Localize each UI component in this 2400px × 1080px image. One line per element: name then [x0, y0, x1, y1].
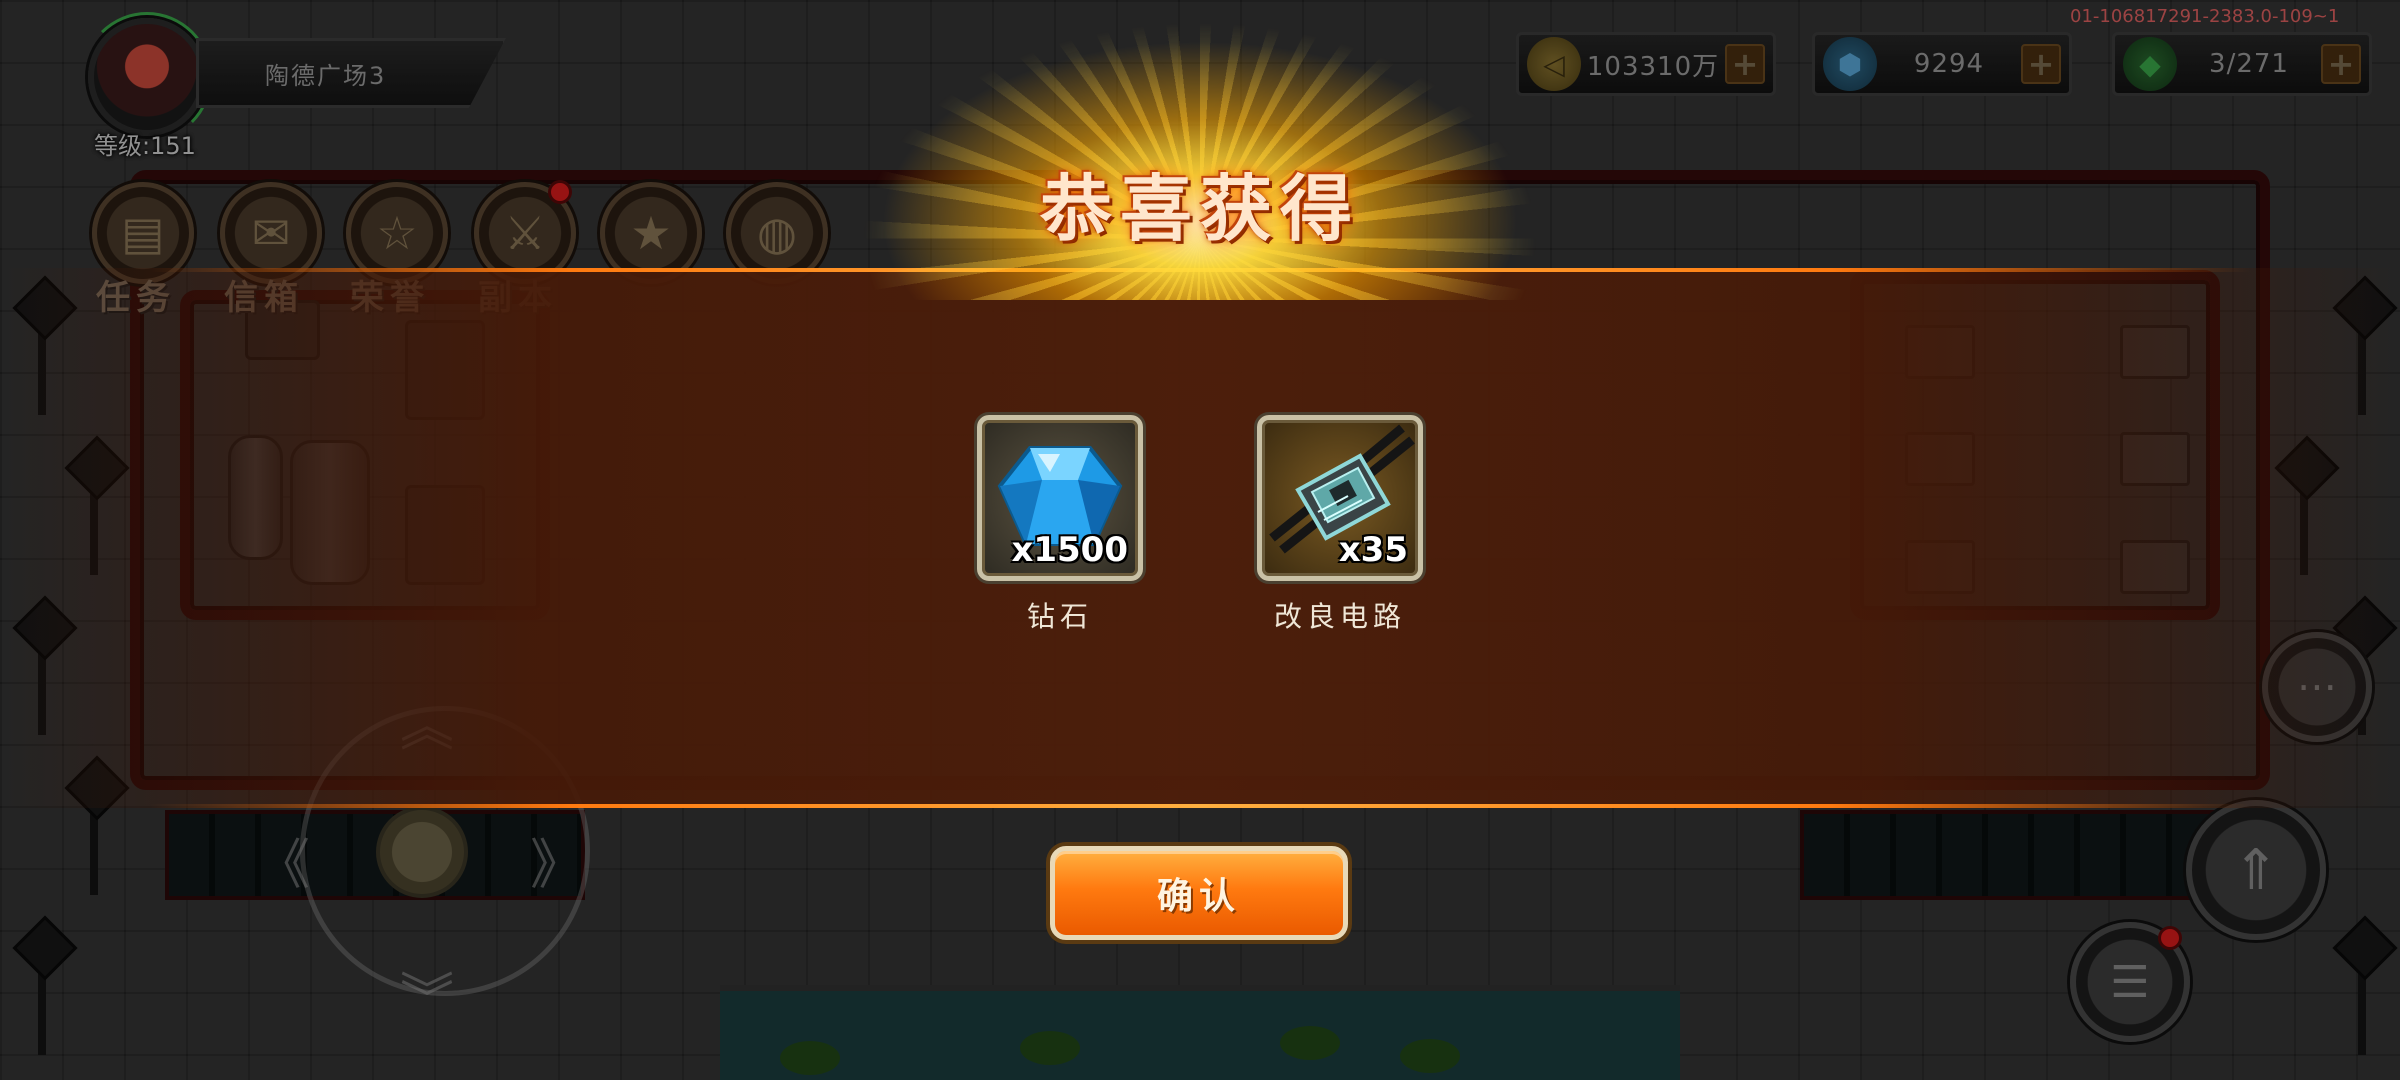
panel-bottom-border	[150, 804, 2250, 808]
reward-item-frame[interactable]: x35	[1257, 415, 1423, 581]
reward-item[interactable]: x35 改良电路	[1257, 415, 1423, 635]
reward-name: 改良电路	[1273, 600, 1406, 633]
reward-quantity: x35	[1338, 530, 1408, 570]
confirm-button-label: 确认	[1156, 876, 1241, 917]
reward-item-frame[interactable]: x1500	[977, 415, 1143, 581]
reward-quantity: x1500	[1011, 530, 1128, 570]
confirm-button[interactable]: 确认	[1050, 846, 1348, 940]
popup-title: 恭喜获得	[1039, 166, 1360, 251]
reward-panel	[0, 268, 2400, 808]
reward-item[interactable]: x1500 钻石	[977, 415, 1143, 635]
reward-name: 钻石	[1026, 600, 1093, 633]
